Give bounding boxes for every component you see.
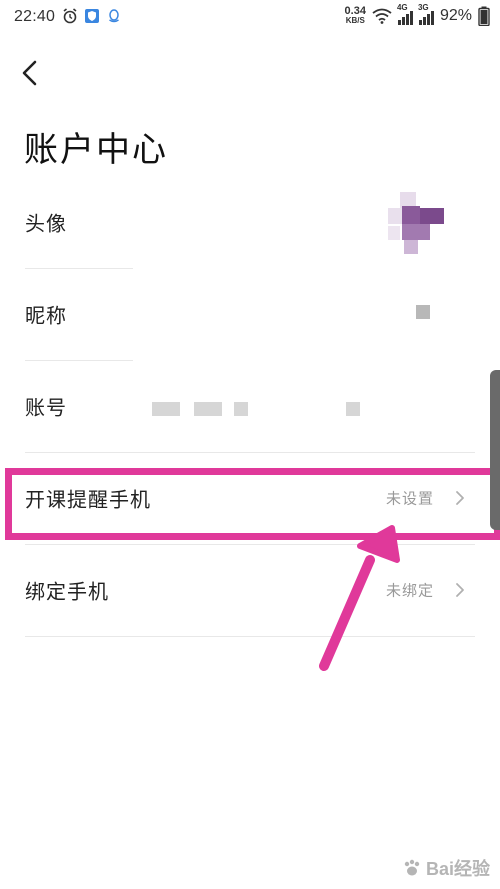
row-account-label: 账号 xyxy=(25,395,67,420)
battery-icon xyxy=(478,6,490,26)
status-left-icons xyxy=(62,8,122,24)
row-course-reminder-phone-label: 开课提醒手机 xyxy=(25,487,151,512)
paw-icon xyxy=(404,859,420,876)
row-bind-phone-value: 未绑定 xyxy=(385,581,434,600)
chevron-left-icon xyxy=(22,60,37,86)
chevron-right-icon xyxy=(456,491,464,505)
side-drawer-handle[interactable] xyxy=(490,370,500,530)
battery-percent: 92% xyxy=(439,7,472,24)
qq-icon xyxy=(109,9,119,23)
row-bind-phone[interactable]: 绑定手机 未绑定 xyxy=(0,544,500,636)
avatar[interactable] xyxy=(388,192,448,256)
sim2-network-tag: 3G xyxy=(417,3,429,12)
status-right-icons: 0.34 KB/S 4G 3G 92% xyxy=(345,3,490,26)
sim1-network-tag: 4G xyxy=(396,3,408,12)
divider xyxy=(25,636,475,637)
page-title: 账户中心 xyxy=(24,130,168,170)
row-account[interactable]: 账号 xyxy=(0,360,500,452)
network-speed-unit: KB/S xyxy=(345,16,365,25)
network-speed: 0.34 KB/S xyxy=(345,6,366,26)
back-button[interactable] xyxy=(14,56,48,90)
wifi-icon xyxy=(372,8,392,24)
watermark: Bai经验 xyxy=(402,855,490,881)
account-center-screen: 22:40 0.34 KB/S 4G 3G 92% 账户中心 头像 昵称 账号 … xyxy=(0,0,500,889)
signal-sim1-icon: 4G xyxy=(397,3,413,25)
chevron-right-icon xyxy=(456,583,464,597)
row-course-reminder-phone[interactable]: 开课提醒手机 未设置 xyxy=(0,452,500,544)
alarm-icon xyxy=(63,8,77,24)
watermark-text: Bai经验 xyxy=(425,859,490,879)
row-nickname-label: 昵称 xyxy=(25,303,67,328)
network-speed-value: 0.34 xyxy=(344,5,366,17)
nickname-redacted xyxy=(416,305,430,319)
status-bar: 22:40 0.34 KB/S 4G 3G 92% xyxy=(0,0,500,36)
status-time: 22:40 xyxy=(14,8,56,25)
shield-icon xyxy=(85,9,99,23)
row-course-reminder-phone-value: 未设置 xyxy=(385,489,434,508)
row-avatar-label: 头像 xyxy=(25,211,67,236)
signal-sim2-icon: 3G xyxy=(418,3,434,25)
row-bind-phone-label: 绑定手机 xyxy=(25,579,109,604)
